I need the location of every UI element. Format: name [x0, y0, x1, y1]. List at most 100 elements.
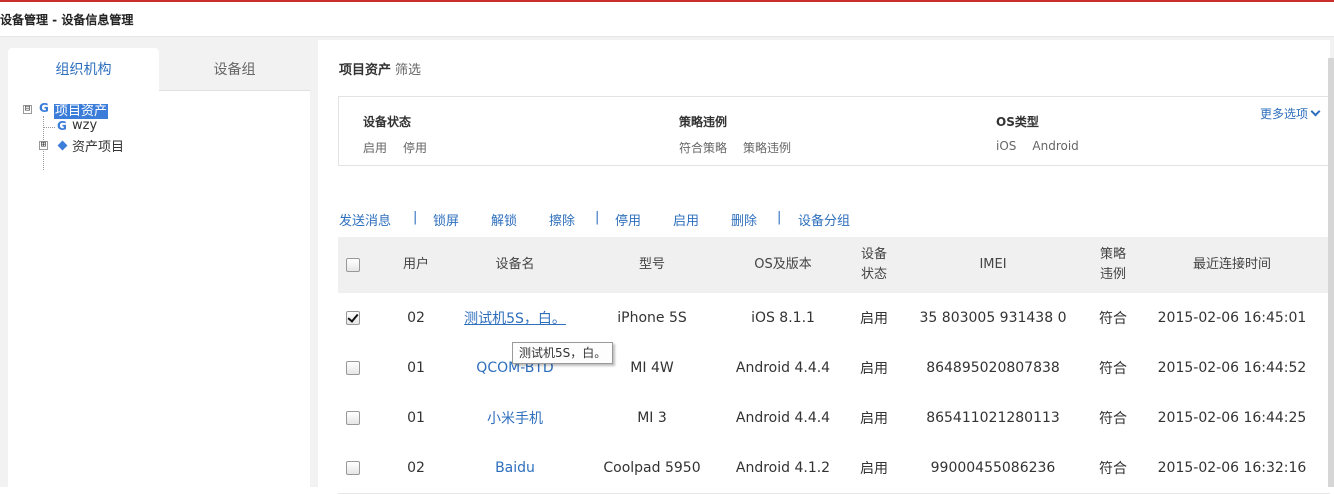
cell-violation: 符合	[1099, 311, 1127, 327]
table-row[interactable]: 01 小米手机 MI 3 Android 4.4.4 启用 8654110212…	[338, 393, 1330, 444]
more-options-button[interactable]: 更多选项	[1260, 105, 1321, 122]
cell-status: 启用	[860, 361, 888, 377]
send-message-button[interactable]: 发送消息	[339, 210, 391, 229]
col-device-name: 设备名	[495, 257, 535, 272]
device-group-button[interactable]: 设备分组	[798, 210, 850, 229]
select-all-checkbox[interactable]	[346, 258, 360, 272]
cell-os: Android 4.1.2	[735, 460, 831, 476]
cell-device-name: 测试机5S，白。	[448, 293, 582, 343]
filter-heading: OS类型	[996, 115, 1039, 129]
col-user: 用户	[402, 257, 429, 272]
cell-user: 01	[407, 360, 425, 376]
select-all-cell	[338, 237, 368, 293]
action-separator: |	[413, 210, 418, 225]
chevron-down-icon	[1310, 106, 1321, 117]
cell-user: 02	[407, 460, 425, 476]
lock-screen-button[interactable]: 锁屏	[433, 210, 459, 229]
breadcrumb: 项目资产 筛选	[339, 59, 421, 78]
col-violation-line2: 违例	[1099, 267, 1126, 282]
device-name-tooltip: 测试机5S，白。	[512, 342, 614, 364]
cell-user: 01	[407, 410, 425, 426]
vertical-scrollbar[interactable]	[1328, 58, 1334, 487]
cell-last-connect: 2015-02-06 16:44:52	[1157, 360, 1307, 376]
device-name-link[interactable]: 测试机5S，白。	[464, 308, 566, 328]
filter-os-type: OS类型 iOS Android	[996, 113, 1095, 153]
diamond-icon	[57, 140, 68, 151]
col-violation-line1: 策略	[1099, 247, 1126, 262]
cell-device-name: 小米手机	[448, 393, 582, 443]
enable-button[interactable]: 启用	[673, 210, 699, 229]
filter-option-violation[interactable]: 策略违例	[743, 141, 791, 155]
tree-node-root[interactable]: 项目资产	[54, 100, 109, 119]
cell-user: 02	[407, 310, 425, 326]
tree-node-label: 项目资产	[54, 104, 109, 119]
cell-last-connect: 2015-02-06 16:32:16	[1157, 460, 1307, 476]
scrollbar-thumb[interactable]	[1328, 58, 1334, 487]
left-tabs: 组织机构 设备组	[8, 48, 310, 91]
unlock-button[interactable]: 解锁	[491, 210, 517, 229]
cell-device-name: Baidu	[448, 443, 582, 493]
col-imei: IMEI	[979, 257, 1007, 272]
group-icon: G	[57, 119, 67, 133]
cell-imei: 35 803005 931438 0	[919, 310, 1067, 326]
col-status-line2: 状态	[860, 267, 887, 282]
table-row[interactable]: 01 QCOM-BTD MI 4W Android 4.4.4 启用 86489…	[338, 343, 1330, 394]
row-select-cell	[338, 393, 368, 443]
row-checkbox[interactable]	[346, 461, 360, 475]
tab-organization[interactable]: 组织机构	[8, 48, 159, 91]
row-checkbox[interactable]	[346, 361, 360, 375]
cell-status: 启用	[860, 411, 888, 427]
row-select-cell	[338, 293, 368, 343]
cell-os: iOS 8.1.1	[751, 310, 815, 326]
cell-model: Coolpad 5950	[603, 460, 701, 476]
filter-option-disabled[interactable]: 停用	[403, 141, 427, 155]
expand-toggle-icon[interactable]: ⊞	[39, 141, 48, 150]
col-os-version: OS及版本	[754, 257, 812, 272]
cell-status: 启用	[860, 311, 888, 327]
cell-os: Android 4.4.4	[735, 410, 831, 426]
breadcrumb-section: 项目资产	[339, 63, 392, 78]
table-header: 用户 设备名 型号 OS及版本 设备 状态 IMEI 策略 违例 最近连接时间	[338, 237, 1330, 293]
title-bar: 设备管理 - 设备信息管理	[0, 2, 1334, 37]
filter-option-compliant[interactable]: 符合策略	[679, 141, 727, 155]
tree-connector	[43, 127, 55, 128]
filter-heading: 策略违例	[679, 115, 728, 129]
filter-heading: 设备状态	[363, 115, 412, 129]
table-row[interactable]: 02 Baidu Coolpad 5950 Android 4.1.2 启用 9…	[338, 443, 1330, 494]
cell-violation: 符合	[1099, 411, 1127, 427]
filter-box: 设备状态 启用 停用 策略违例 符合策略 策略违例 OS类型 iOS Android …	[338, 96, 1330, 166]
cell-os: Android 4.4.4	[735, 360, 831, 376]
filter-option-ios[interactable]: iOS	[996, 139, 1016, 153]
tree-node-wzy[interactable]: wzy	[72, 118, 97, 133]
device-name-link[interactable]: 小米手机	[487, 408, 543, 428]
col-last-connect: 最近连接时间	[1192, 257, 1271, 272]
page-title: 设备管理 - 设备信息管理	[0, 13, 134, 27]
col-device-status: 设备 状态	[844, 237, 904, 293]
disable-button[interactable]: 停用	[615, 210, 641, 229]
tab-device-group[interactable]: 设备组	[159, 48, 310, 90]
tree-node-asset-project[interactable]: 资产项目	[72, 136, 124, 155]
wipe-button[interactable]: 擦除	[549, 210, 575, 229]
cell-last-connect: 2015-02-06 16:44:25	[1157, 410, 1307, 426]
cell-violation: 符合	[1099, 361, 1127, 377]
main-panel: 项目资产 筛选 设备状态 启用 停用 策略违例 符合策略 策略违例 OS类型 iOS A…	[318, 40, 1330, 494]
row-checkbox[interactable]	[346, 411, 360, 425]
row-checkbox[interactable]	[346, 311, 360, 325]
delete-button[interactable]: 删除	[731, 210, 757, 229]
org-panel: 组织机构 设备组 ⊟ G 项目资产 G wzy ⊞ 资产项目	[8, 48, 310, 487]
filter-option-android[interactable]: Android	[1032, 139, 1078, 153]
collapse-toggle-icon[interactable]: ⊟	[23, 105, 32, 114]
col-status-line1: 设备	[860, 247, 887, 262]
breadcrumb-filter: 筛选	[395, 63, 422, 78]
device-name-link[interactable]: Baidu	[495, 460, 535, 476]
group-icon: G	[39, 101, 49, 115]
row-select-cell	[338, 343, 368, 393]
cell-model: iPhone 5S	[617, 310, 687, 326]
cell-imei: 865411021280113	[926, 410, 1060, 426]
table-row[interactable]: 02 测试机5S，白。 iPhone 5S iOS 8.1.1 启用 35 80…	[338, 293, 1330, 344]
action-separator: |	[777, 210, 782, 225]
filter-option-enabled[interactable]: 启用	[363, 141, 387, 155]
action-separator: |	[595, 210, 600, 225]
col-policy-violation: 策略 违例	[1082, 237, 1144, 293]
cell-last-connect: 2015-02-06 16:45:01	[1157, 310, 1307, 326]
